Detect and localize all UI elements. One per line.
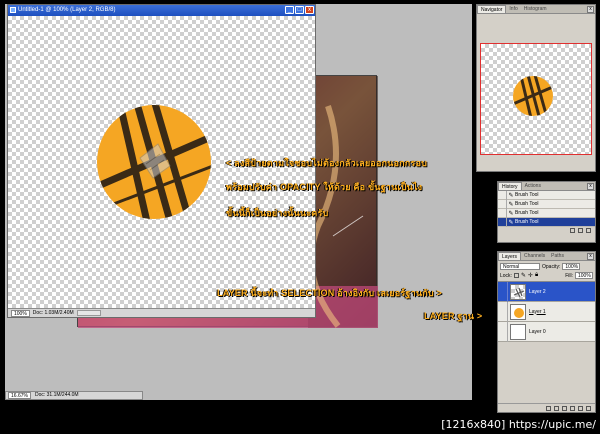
trash-icon[interactable] xyxy=(586,406,591,411)
screenshot: Untitled-1 @ 100% (Layer 2, RGB/8) _ □ x xyxy=(0,0,600,434)
horizontal-scrollbar[interactable] xyxy=(76,310,101,316)
lock-transparency-icon[interactable] xyxy=(513,273,519,278)
history-item[interactable]: ✎ Brush Tool xyxy=(498,190,595,200)
document-info: Doc: 1.03M/2.40M xyxy=(32,310,74,316)
watermark: [1216x840] https://upic.me/ xyxy=(441,418,596,431)
layer-row-layer-1[interactable]: Layer 1 xyxy=(498,301,595,322)
layers-panel: Layers Channels Paths x Normal Opacity: … xyxy=(497,251,596,413)
layers-footer xyxy=(498,403,595,412)
link-layers-icon[interactable] xyxy=(546,406,551,411)
maximize-button[interactable]: □ xyxy=(295,6,304,14)
main-zoom-field[interactable]: 16.67% xyxy=(8,392,31,399)
brush-icon: ✎ xyxy=(508,192,514,199)
brush-icon: ✎ xyxy=(508,201,514,208)
tab-channels[interactable]: Channels xyxy=(521,252,548,260)
visibility-eye-icon[interactable] xyxy=(498,281,508,302)
layer-row-layer-0[interactable]: Layer 0 xyxy=(498,321,595,342)
annotation-line-2: พร้อมปรับค่า OPACITY ให้ด้วย คือ ขั้นฐาน… xyxy=(226,182,423,192)
photoshop-icon xyxy=(10,7,16,13)
main-status-bar: 16.67% Doc: 31.1M/244.0M xyxy=(5,391,143,400)
fill-label: Fill: xyxy=(565,272,573,279)
photoshop-workspace: Untitled-1 @ 100% (Layer 2, RGB/8) _ □ x xyxy=(5,4,472,400)
document-zoom-field[interactable]: 100% xyxy=(11,309,30,317)
lock-label: Lock: xyxy=(500,272,512,279)
layer-thumbnail xyxy=(510,303,526,320)
layers-close-button[interactable]: x xyxy=(587,253,594,260)
layer-name: Layer 1 xyxy=(529,308,546,315)
annotation-line-3: ขั้นนี้ก็เป็นอย่างนั้นนะครับ xyxy=(226,208,329,218)
layers-tabs: Layers Channels Paths x xyxy=(498,252,595,261)
history-item-selected[interactable]: ✎ Brush Tool xyxy=(498,217,595,227)
history-tabs: History Actions x xyxy=(498,182,595,191)
tab-navigator[interactable]: Navigator xyxy=(477,5,507,13)
new-document-icon[interactable] xyxy=(570,228,575,233)
history-item[interactable]: ✎ Brush Tool xyxy=(498,208,595,218)
new-layer-icon[interactable] xyxy=(578,406,583,411)
lock-all-icon[interactable]: 🔒︎ xyxy=(535,272,538,279)
history-close-button[interactable]: x xyxy=(587,183,594,190)
navigator-close-button[interactable]: x xyxy=(587,6,594,13)
navigator-panel: Navigator Info Histogram x xyxy=(476,4,596,172)
annotation-line-4: LAYER นี้จะทำ SELECTION อ้างอิงกับ เลเยอ… xyxy=(217,288,442,298)
lock-image-icon[interactable]: ✎ xyxy=(521,272,526,279)
layer-thumbnail xyxy=(510,283,526,300)
brush-icon: ✎ xyxy=(508,210,514,217)
tab-paths[interactable]: Paths xyxy=(548,252,567,260)
lock-position-icon[interactable]: ✛ xyxy=(528,272,533,279)
layer-row-layer-2[interactable]: Layer 2 xyxy=(498,281,595,302)
main-doc-info: Doc: 31.1M/244.0M xyxy=(34,392,79,398)
visibility-eye-icon[interactable] xyxy=(498,301,508,322)
brush-icon: ✎ xyxy=(508,219,514,226)
visibility-eye-icon[interactable] xyxy=(498,321,508,342)
tab-history[interactable]: History xyxy=(498,182,522,190)
opacity-label: Opacity: xyxy=(542,263,561,270)
new-group-icon[interactable] xyxy=(570,406,575,411)
layer-name: Layer 0 xyxy=(529,328,546,335)
add-mask-icon[interactable] xyxy=(562,406,567,411)
layer-name: Layer 2 xyxy=(529,288,546,295)
navigator-preview[interactable] xyxy=(480,43,592,155)
trash-icon[interactable] xyxy=(586,228,591,233)
annotation-line-5: LAYER ฐาน > xyxy=(424,311,483,321)
opacity-field[interactable]: 100% xyxy=(562,263,581,270)
document-title-bar[interactable]: Untitled-1 @ 100% (Layer 2, RGB/8) _ □ x xyxy=(8,5,315,16)
navigator-thumbnail xyxy=(513,76,553,116)
blend-mode-select[interactable]: Normal xyxy=(500,263,540,270)
fill-field[interactable]: 100% xyxy=(575,272,593,279)
document-status-bar: 100% Doc: 1.03M/2.40M xyxy=(8,308,315,317)
history-item[interactable]: ✎ Brush Tool xyxy=(498,199,595,209)
tab-actions[interactable]: Actions xyxy=(522,182,544,190)
close-button[interactable]: x xyxy=(305,6,314,14)
layers-lock-row: Lock: ✎ ✛ 🔒︎ Fill: 100% xyxy=(498,271,595,282)
history-panel: History Actions x ✎ Brush Tool ✎ Brush T… xyxy=(497,181,596,243)
snapshot-icon[interactable] xyxy=(578,228,583,233)
history-footer xyxy=(498,227,595,235)
layers-options-row: Normal Opacity: 100% xyxy=(498,261,595,271)
document-title: Untitled-1 @ 100% (Layer 2, RGB/8) xyxy=(18,7,116,13)
tab-info[interactable]: Info xyxy=(506,5,520,13)
add-layer-style-icon[interactable] xyxy=(554,406,559,411)
annotation-line-1: < ลงสีป้ายตามใจชอบไม่ต้องกลัวเลยออกนอกกร… xyxy=(226,158,427,168)
minimize-button[interactable]: _ xyxy=(285,6,294,14)
tab-histogram[interactable]: Histogram xyxy=(521,5,550,13)
tab-layers[interactable]: Layers xyxy=(498,252,522,260)
layer-thumbnail xyxy=(510,323,526,340)
navigator-tabs: Navigator Info Histogram x xyxy=(477,5,595,14)
